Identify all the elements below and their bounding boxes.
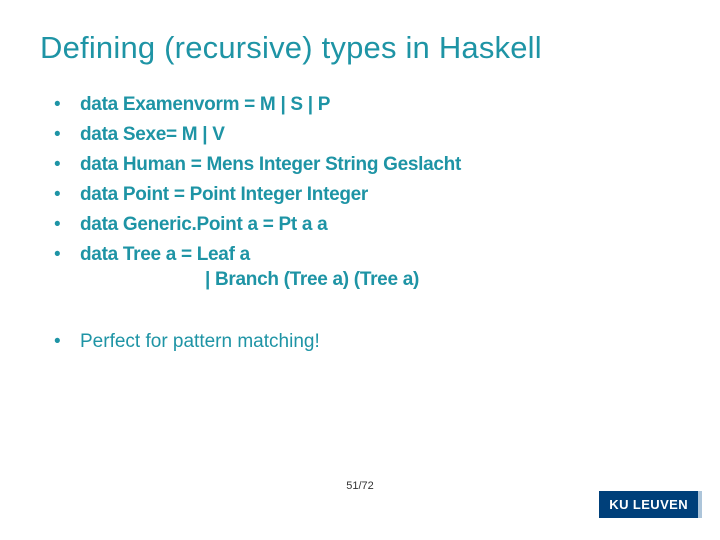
code-line: data Examenvorm = M | S | P	[80, 94, 330, 115]
kuleuven-logo: KU LEUVEN	[599, 491, 698, 518]
list-item: data Examenvorm = M | S | P	[54, 92, 680, 117]
slide-title: Defining (recursive) types in Haskell	[40, 30, 680, 66]
code-line: data Tree a = Leaf a	[80, 244, 250, 265]
list-item: data Tree a = Leaf a | Branch (Tree a) (…	[54, 242, 680, 292]
code-line-continuation: | Branch (Tree a) (Tree a)	[80, 267, 680, 292]
code-line: data Generic.Point a = Pt a a	[80, 214, 327, 235]
list-item: data Point = Point Integer Integer	[54, 182, 680, 207]
code-line: data Sexe= M | V	[80, 124, 225, 145]
list-item: data Generic.Point a = Pt a a	[54, 212, 680, 237]
list-item-note: Perfect for pattern matching!	[54, 329, 680, 354]
note-text: Perfect for pattern matching!	[80, 331, 320, 352]
slide: Defining (recursive) types in Haskell da…	[0, 0, 720, 540]
list-item: data Human = Mens Integer String Geslach…	[54, 152, 680, 177]
list-item: data Sexe= M | V	[54, 122, 680, 147]
content-list: data Examenvorm = M | S | P data Sexe= M…	[40, 92, 680, 354]
code-line: data Point = Point Integer Integer	[80, 184, 368, 205]
code-line: data Human = Mens Integer String Geslach…	[80, 154, 461, 175]
